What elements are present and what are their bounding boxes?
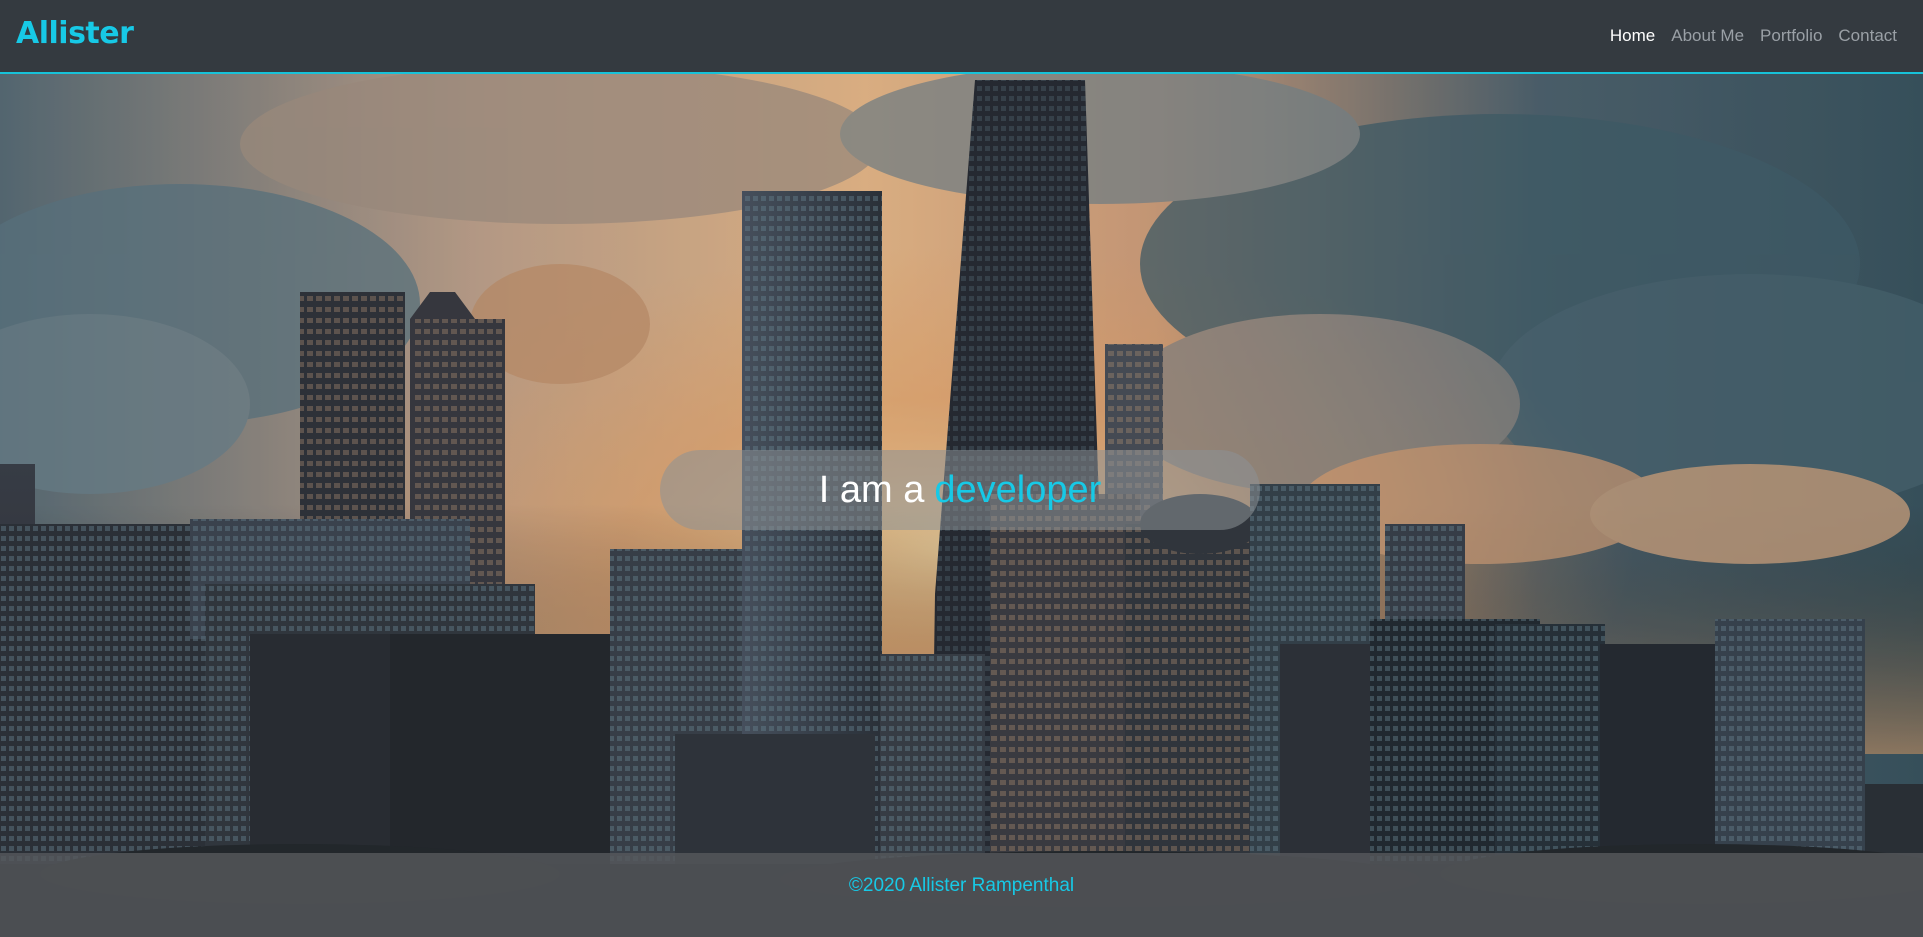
nav-link-about-me[interactable]: About Me	[1671, 26, 1744, 46]
nav-link-portfolio[interactable]: Portfolio	[1760, 26, 1822, 46]
navbar: Allister Home About Me Portfolio Contact	[0, 0, 1923, 74]
tagline-prefix: I am a	[818, 468, 925, 511]
tagline-banner: I am a developer	[660, 450, 1260, 530]
tagline-highlight: developer	[934, 468, 1102, 511]
nav-links: Home About Me Portfolio Contact	[1610, 26, 1897, 46]
brand-logo[interactable]: Allister	[16, 16, 134, 51]
page: Allister Home About Me Portfolio Contact	[0, 0, 1923, 937]
nav-link-contact[interactable]: Contact	[1838, 26, 1897, 46]
footer-copyright: ©2020 Allister Rampenthal	[848, 875, 1075, 896]
nav-link-home[interactable]: Home	[1610, 26, 1655, 46]
footer: ©2020 Allister Rampenthal	[0, 853, 1923, 937]
hero-section: I am a developer	[0, 74, 1923, 937]
